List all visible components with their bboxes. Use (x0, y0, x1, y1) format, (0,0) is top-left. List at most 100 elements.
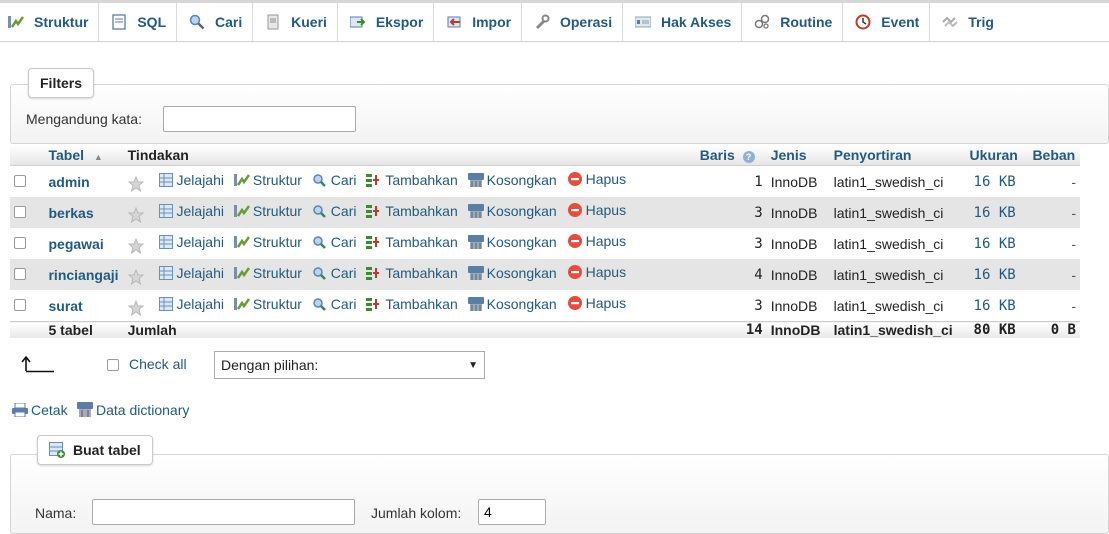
tab-hak-akses[interactable]: Hak Akses (627, 3, 743, 41)
row-overhead: - (1028, 197, 1080, 228)
insert-label: Tambahkan (385, 296, 458, 313)
table-name-link[interactable]: berkas (48, 205, 93, 221)
drop-action[interactable]: Hapus (567, 264, 626, 280)
tab-event[interactable]: Event (847, 3, 931, 41)
browse-label: Jelajahi (176, 265, 224, 282)
structure-action[interactable]: Struktur (233, 172, 302, 188)
clock-icon (855, 14, 871, 30)
header-ukuran[interactable]: Ukuran (965, 145, 1029, 166)
table-name-input[interactable] (92, 499, 355, 525)
drop-action[interactable]: Hapus (567, 202, 626, 218)
row-name-cell: pegawai (44, 228, 124, 259)
tab-ekspor[interactable]: Ekspor (342, 3, 435, 41)
header-beban[interactable]: Beban (1028, 145, 1080, 166)
empty-label: Kosongkan (486, 203, 557, 220)
header-penyortiran[interactable]: Penyortiran (829, 145, 966, 166)
favorite-star-icon[interactable] (127, 268, 144, 285)
header-baris[interactable]: Baris ? (695, 145, 767, 166)
tab-impor[interactable]: Impor (438, 3, 523, 41)
row-overhead: - (1028, 290, 1080, 322)
table-name-link[interactable]: pegawai (48, 236, 103, 252)
tab-label: Routine (780, 14, 833, 30)
row-actions-cell: Jelajahi Struktur Cari Tambahkan Kosongk… (123, 165, 696, 197)
row-checkbox[interactable] (14, 205, 26, 218)
search-action[interactable]: Cari (312, 296, 356, 312)
tab-struktur[interactable]: Struktur (0, 3, 100, 41)
print-link[interactable]: Cetak (12, 402, 68, 418)
favorite-star-icon[interactable] (127, 206, 144, 223)
empty-action[interactable]: Kosongkan (467, 296, 557, 312)
insert-action[interactable]: Tambahkan (366, 265, 458, 281)
browse-action[interactable]: Jelajahi (158, 265, 224, 281)
empty-table-icon (467, 234, 484, 250)
search-icon (312, 172, 328, 188)
tab-cari[interactable]: Cari (181, 3, 254, 41)
privileges-icon (635, 14, 651, 30)
row-count: 4 (695, 259, 767, 290)
row-engine: InnoDB (766, 259, 830, 290)
arrow-up-icon (20, 355, 56, 376)
row-name-cell: admin (44, 165, 124, 197)
favorite-star-icon[interactable] (127, 175, 144, 192)
tab-operasi[interactable]: Operasi (526, 3, 624, 41)
tab-sql[interactable]: SQL (103, 3, 178, 41)
tab-kueri[interactable]: Kueri (257, 3, 338, 41)
drop-action[interactable]: Hapus (567, 171, 626, 187)
browse-action[interactable]: Jelajahi (158, 234, 224, 250)
drop-action[interactable]: Hapus (567, 295, 626, 311)
insert-action[interactable]: Tambahkan (366, 234, 458, 250)
favorite-star-icon[interactable] (127, 299, 144, 316)
row-name-cell: rinciangaji (44, 259, 124, 290)
contains-input[interactable] (163, 106, 356, 132)
browse-action[interactable]: Jelajahi (158, 296, 224, 312)
favorite-star-icon[interactable] (127, 237, 144, 254)
columns-count-input[interactable] (478, 499, 546, 525)
table-name-link[interactable]: admin (48, 174, 89, 190)
empty-action[interactable]: Kosongkan (467, 265, 557, 281)
search-action[interactable]: Cari (312, 203, 356, 219)
tab-routine[interactable]: Routine (746, 3, 844, 41)
with-selected-select[interactable]: Dengan pilihan: ▼ (214, 351, 485, 379)
structure-action[interactable]: Struktur (233, 203, 302, 219)
insert-action[interactable]: Tambahkan (366, 296, 458, 313)
insert-action[interactable]: Tambahkan (366, 172, 458, 188)
check-all-label[interactable]: Check all (129, 356, 187, 372)
row-checkbox[interactable] (14, 298, 26, 311)
data-dictionary-link[interactable]: Data dictionary (77, 402, 189, 418)
row-checkbox[interactable] (14, 236, 26, 249)
row-collation: latin1_swedish_ci (829, 259, 966, 290)
tab-trigger[interactable]: Trig (934, 3, 1004, 41)
tab-label: Operasi (559, 14, 613, 30)
search-action[interactable]: Cari (312, 265, 356, 281)
footer-engine: InnoDB (766, 321, 830, 338)
header-jenis[interactable]: Jenis (766, 145, 830, 166)
empty-action[interactable]: Kosongkan (467, 203, 557, 220)
row-checkbox[interactable] (14, 174, 26, 187)
row-size: 16 KB (965, 228, 1029, 259)
header-tabel[interactable]: Tabel ▲ (44, 145, 124, 166)
structure-icon (233, 234, 250, 250)
browse-action[interactable]: Jelajahi (158, 203, 224, 219)
browse-action[interactable]: Jelajahi (158, 172, 224, 188)
check-all-checkbox[interactable] (107, 359, 119, 371)
insert-action[interactable]: Tambahkan (366, 203, 458, 219)
structure-label: Struktur (252, 265, 302, 282)
browse-icon (158, 265, 174, 281)
row-checkbox[interactable] (14, 267, 26, 280)
empty-action[interactable]: Kosongkan (467, 172, 557, 188)
drop-action[interactable]: Hapus (567, 233, 626, 249)
help-icon[interactable]: ? (742, 151, 755, 163)
table-name-link[interactable]: rinciangaji (48, 267, 118, 283)
search-action[interactable]: Cari (312, 234, 356, 250)
structure-action[interactable]: Struktur (233, 234, 302, 250)
browse-icon (158, 234, 174, 250)
table-row: pegawai Jelajahi Struktur Cari Tambahkan… (10, 228, 1080, 259)
table-name-link[interactable]: surat (48, 298, 82, 314)
empty-action[interactable]: Kosongkan (467, 234, 557, 250)
search-action[interactable]: Cari (312, 172, 356, 188)
footer-label: Jumlah (123, 321, 696, 338)
row-checkbox-cell (10, 165, 45, 197)
row-actions-cell: Jelajahi Struktur Cari Tambahkan Kosongk… (123, 228, 696, 259)
structure-action[interactable]: Struktur (233, 296, 302, 312)
structure-action[interactable]: Struktur (233, 265, 302, 282)
